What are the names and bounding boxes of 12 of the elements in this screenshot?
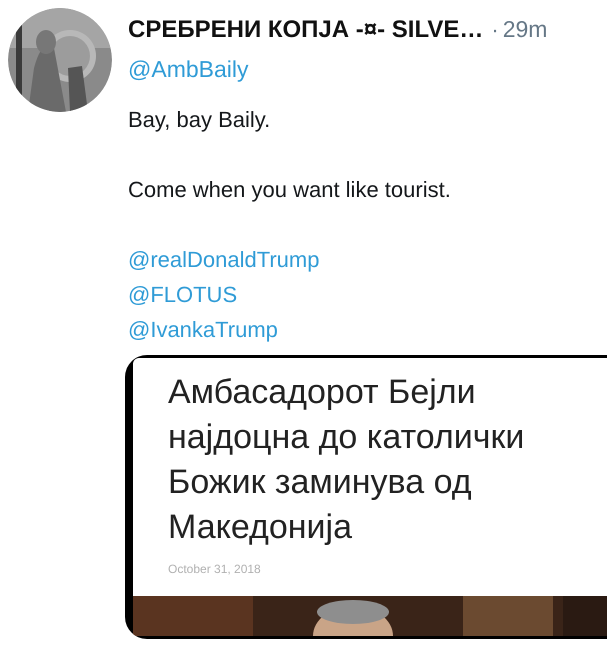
mention-link[interactable]: @FLOTUS xyxy=(128,277,238,312)
tweet-text: Come when you want like tourist. xyxy=(128,176,452,204)
mention-link[interactable]: @realDonaldTrump xyxy=(128,242,320,277)
article-headline: Амбасадорот Бејли најдоцна до католички Божик заминува од Македонија xyxy=(168,372,526,548)
mention-link[interactable]: @IvankaTrump xyxy=(128,312,278,347)
article-date: October 31, 2018 xyxy=(168,561,262,578)
author-name[interactable]: СРЕБРЕНИ КОПЈА -¤- SILVE… xyxy=(128,12,484,48)
reply-to-link[interactable]: @AmbBaily xyxy=(128,54,607,84)
timestamp: 29m xyxy=(502,15,548,44)
tweet-text: Bay, bay Baily. xyxy=(128,106,272,134)
separator: · xyxy=(491,16,499,44)
link-card[interactable]: Амбасадорот Бејли најдоцна до католички Божик заминува од Македонија October 31, 2018 xyxy=(125,355,607,639)
